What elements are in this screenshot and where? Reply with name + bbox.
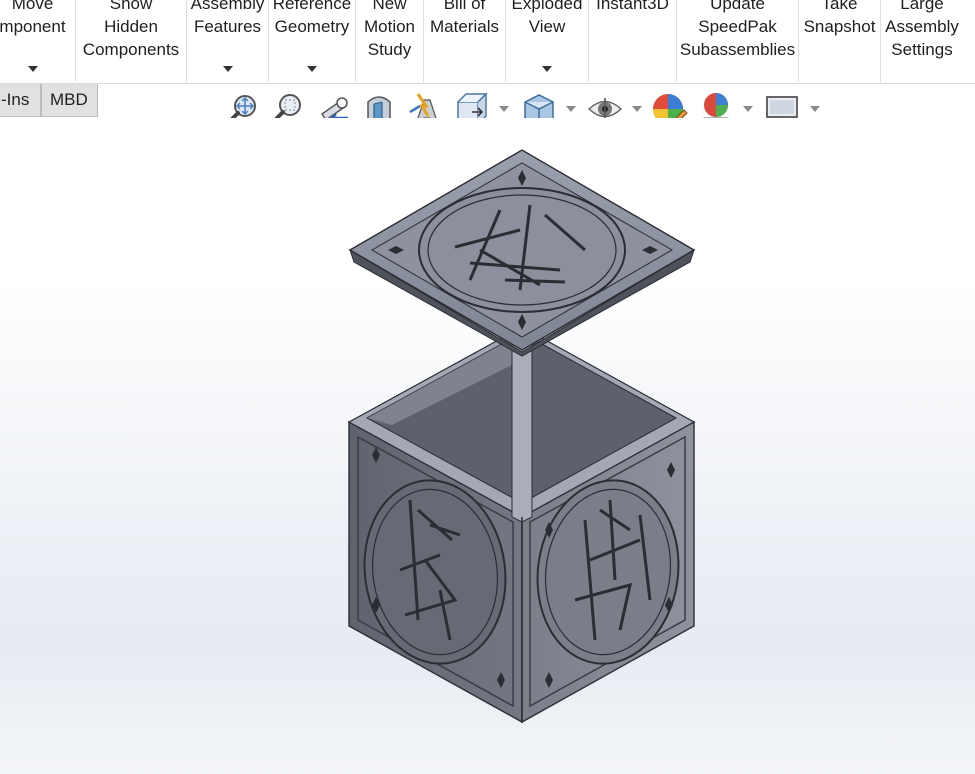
large-assembly-label-1: Large xyxy=(900,0,944,13)
lid-medallion xyxy=(418,187,626,313)
assembly-features-button[interactable]: Assembly Features xyxy=(187,0,269,82)
update-speedpak-button[interactable]: Update SpeedPak Subassemblies xyxy=(677,0,799,82)
take-snapshot-label-1: Take xyxy=(821,0,858,13)
command-manager-ribbon: Move mponent Show Hidden Components Asse… xyxy=(0,0,975,84)
reference-geometry-label-2: Geometry xyxy=(274,17,350,36)
move-component-button[interactable]: Move mponent xyxy=(0,0,76,82)
reference-geometry-button[interactable]: Reference Geometry xyxy=(269,0,356,82)
graphics-viewport[interactable] xyxy=(0,118,975,774)
exploded-view-dropdown-icon[interactable] xyxy=(542,66,552,72)
bill-of-materials-label-2: Materials xyxy=(430,17,499,36)
view-orientation-dropdown-icon[interactable] xyxy=(499,106,509,112)
new-motion-study-label-2: Motion xyxy=(363,17,416,36)
show-hidden-label-3: Components xyxy=(82,40,180,59)
new-motion-study-label-3: Study xyxy=(367,40,412,59)
move-component-dropdown-icon[interactable] xyxy=(27,66,38,72)
instant3d-button[interactable]: Instant3D xyxy=(589,0,677,82)
assembly-features-label-2: Features xyxy=(193,17,262,36)
update-speedpak-label-1: Update xyxy=(710,0,765,13)
apply-scene-dropdown-icon[interactable] xyxy=(743,106,753,112)
tab-add-ins-label: -Ins xyxy=(1,90,30,109)
reference-geometry-dropdown-icon[interactable] xyxy=(307,66,317,72)
move-component-label-2: mponent xyxy=(0,17,66,36)
bill-of-materials-label-1: Bill of xyxy=(443,0,486,13)
new-motion-study-label-1: New xyxy=(372,0,407,13)
large-assembly-settings-button[interactable]: Large Assembly Settings xyxy=(881,0,963,82)
instant3d-label: Instant3D xyxy=(596,0,669,13)
new-motion-study-button[interactable]: New Motion Study xyxy=(356,0,424,82)
view-settings-dropdown-icon[interactable] xyxy=(810,106,820,112)
display-style-dropdown-icon[interactable] xyxy=(566,106,576,112)
exploded-view-label-1: Exploded xyxy=(511,0,583,13)
exploded-view-label-2: View xyxy=(528,17,566,36)
show-hidden-label-2: Hidden xyxy=(104,17,158,36)
exploded-view-button[interactable]: Exploded View xyxy=(506,0,589,82)
reference-geometry-label-1: Reference xyxy=(272,0,352,13)
move-component-label-1: Move xyxy=(11,0,54,13)
take-snapshot-label-2: Snapshot xyxy=(803,17,876,36)
assembly-features-label-1: Assembly xyxy=(190,0,265,13)
assembly-features-dropdown-icon[interactable] xyxy=(222,66,233,72)
bill-of-materials-button[interactable]: Bill of Materials xyxy=(424,0,506,82)
update-speedpak-label-3: Subassemblies xyxy=(679,40,796,59)
cube-box-model[interactable] xyxy=(0,118,975,774)
show-hidden-components-button[interactable]: Show Hidden Components xyxy=(76,0,187,82)
hide-show-dropdown-icon[interactable] xyxy=(632,106,642,112)
box-corner-pillar xyxy=(511,344,533,523)
tab-mbd-label: MBD xyxy=(50,90,88,109)
take-snapshot-button[interactable]: Take Snapshot xyxy=(799,0,881,82)
tab-add-ins[interactable]: -Ins xyxy=(0,84,41,117)
large-assembly-label-3: Settings xyxy=(891,40,953,59)
large-assembly-label-2: Assembly xyxy=(885,17,959,36)
show-hidden-label-1: Show xyxy=(109,0,153,13)
update-speedpak-label-2: SpeedPak xyxy=(698,17,777,36)
tab-mbd[interactable]: MBD xyxy=(41,84,98,117)
